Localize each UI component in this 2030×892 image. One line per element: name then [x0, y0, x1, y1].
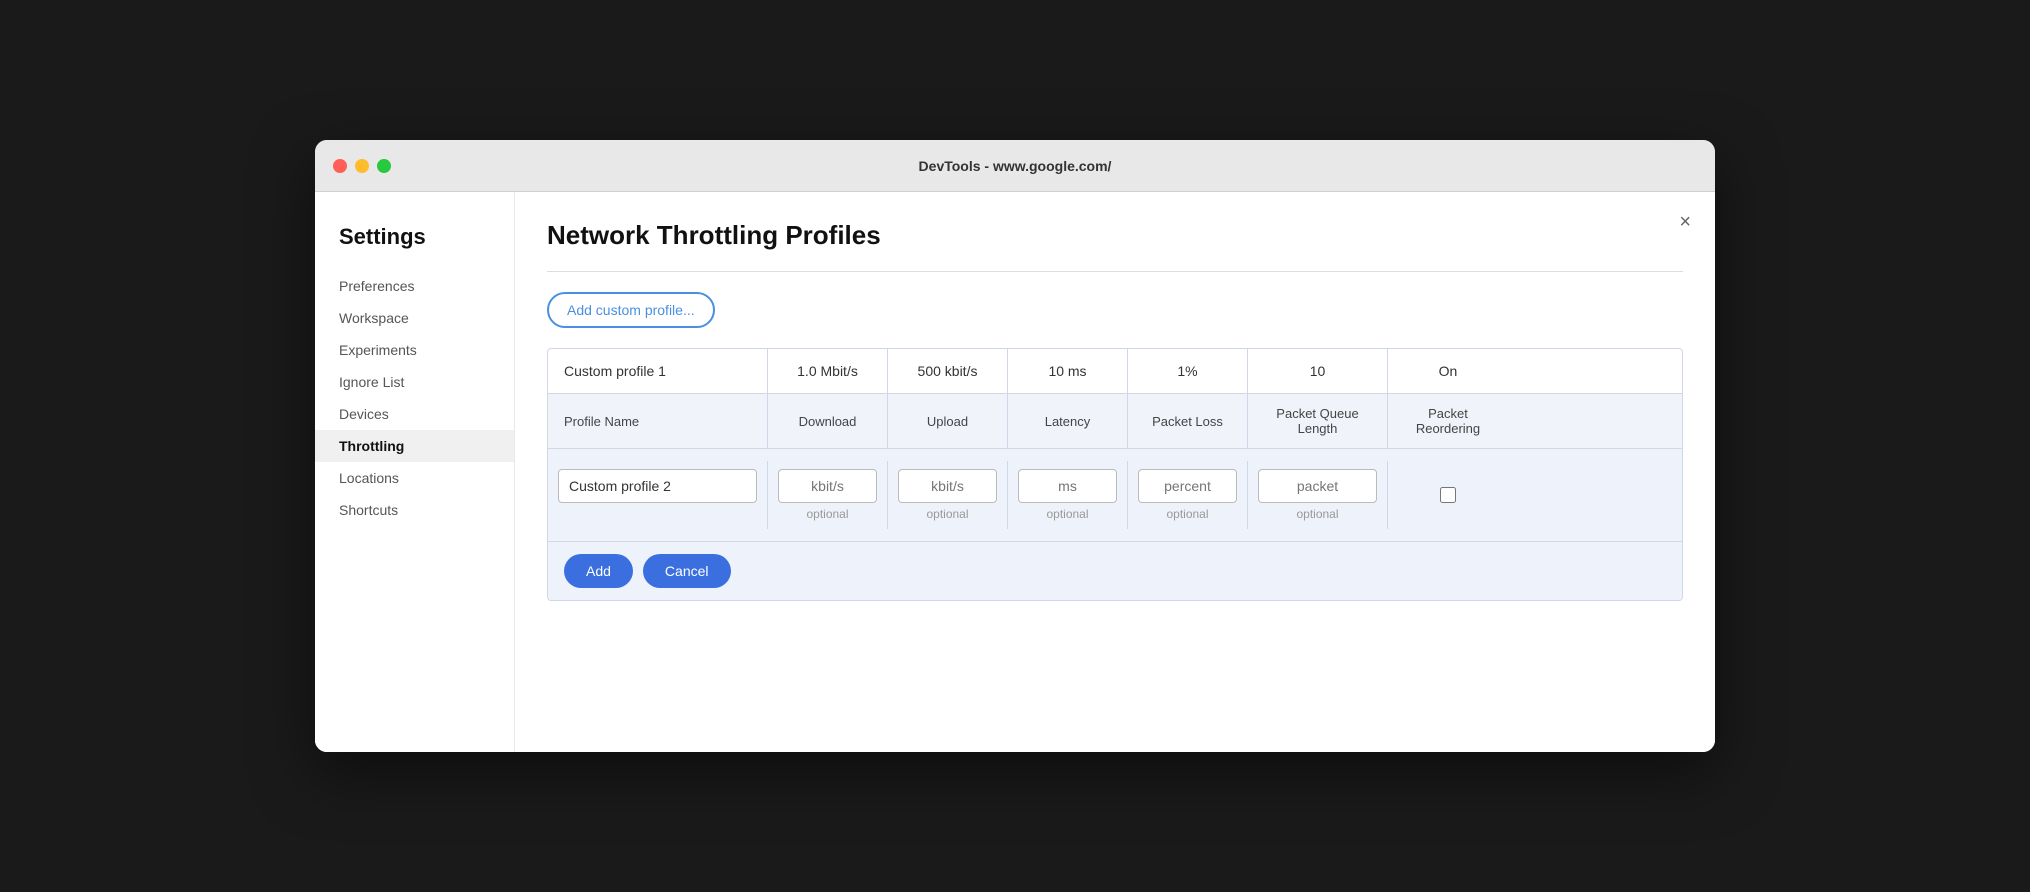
reordering-checkbox[interactable]	[1440, 487, 1456, 503]
action-buttons: Add Cancel	[548, 541, 1682, 600]
existing-profile-reordering: On	[1388, 349, 1508, 393]
header-download: Download	[768, 394, 888, 448]
sidebar-item-workspace[interactable]: Workspace	[315, 302, 514, 334]
packet-queue-input-cell: optional	[1248, 461, 1388, 529]
name-input-cell	[548, 461, 768, 529]
fullscreen-traffic-light[interactable]	[377, 159, 391, 173]
header-profile-name: Profile Name	[548, 394, 768, 448]
sidebar-title: Settings	[315, 216, 514, 270]
packet-queue-input[interactable]	[1258, 469, 1377, 503]
titlebar: DevTools - www.google.com/	[315, 140, 1715, 192]
sidebar-item-locations[interactable]: Locations	[315, 462, 514, 494]
page-title: Network Throttling Profiles	[547, 220, 1683, 251]
sidebar-item-devices[interactable]: Devices	[315, 398, 514, 430]
packet-loss-hint: optional	[1166, 507, 1208, 521]
add-custom-profile-button[interactable]: Add custom profile...	[547, 292, 715, 328]
packet-queue-hint: optional	[1296, 507, 1338, 521]
existing-profile-packet-queue: 10	[1248, 349, 1388, 393]
reordering-checkbox-cell	[1388, 461, 1508, 529]
header-reordering: Packet Reordering	[1388, 394, 1508, 448]
latency-input-cell: optional	[1008, 461, 1128, 529]
existing-profile-name: Custom profile 1	[548, 349, 768, 393]
profiles-table: Custom profile 1 1.0 Mbit/s 500 kbit/s 1…	[547, 348, 1683, 601]
main-content: × Network Throttling Profiles Add custom…	[515, 192, 1715, 752]
header-packet-queue: Packet Queue Length	[1248, 394, 1388, 448]
download-input[interactable]	[778, 469, 877, 503]
sidebar: Settings Preferences Workspace Experimen…	[315, 192, 515, 752]
traffic-lights	[333, 159, 391, 173]
new-profile-inputs-grid: optional optional optional optional	[548, 461, 1682, 529]
header-latency: Latency	[1008, 394, 1128, 448]
close-button[interactable]: ×	[1679, 212, 1691, 232]
packet-loss-input-cell: optional	[1128, 461, 1248, 529]
profile-name-input[interactable]	[558, 469, 757, 503]
sidebar-item-preferences[interactable]: Preferences	[315, 270, 514, 302]
table-header-row: Profile Name Download Upload Latency Pac…	[548, 394, 1682, 449]
download-hint: optional	[806, 507, 848, 521]
header-upload: Upload	[888, 394, 1008, 448]
latency-input[interactable]	[1018, 469, 1117, 503]
download-input-cell: optional	[768, 461, 888, 529]
upload-input-cell: optional	[888, 461, 1008, 529]
sidebar-item-shortcuts[interactable]: Shortcuts	[315, 494, 514, 526]
packet-loss-input[interactable]	[1138, 469, 1237, 503]
existing-profile-latency: 10 ms	[1008, 349, 1128, 393]
new-profile-row: optional optional optional optional	[548, 449, 1682, 541]
cancel-button[interactable]: Cancel	[643, 554, 731, 588]
existing-profile-download: 1.0 Mbit/s	[768, 349, 888, 393]
sidebar-item-ignore-list[interactable]: Ignore List	[315, 366, 514, 398]
existing-profile-upload: 500 kbit/s	[888, 349, 1008, 393]
title-divider	[547, 271, 1683, 272]
existing-profile-row: Custom profile 1 1.0 Mbit/s 500 kbit/s 1…	[548, 349, 1682, 394]
existing-profile-packet-loss: 1%	[1128, 349, 1248, 393]
minimize-traffic-light[interactable]	[355, 159, 369, 173]
header-packet-loss: Packet Loss	[1128, 394, 1248, 448]
sidebar-item-throttling[interactable]: Throttling	[315, 430, 514, 462]
sidebar-item-experiments[interactable]: Experiments	[315, 334, 514, 366]
window-title: DevTools - www.google.com/	[919, 158, 1112, 174]
upload-hint: optional	[926, 507, 968, 521]
close-traffic-light[interactable]	[333, 159, 347, 173]
window-body: Settings Preferences Workspace Experimen…	[315, 192, 1715, 752]
latency-hint: optional	[1046, 507, 1088, 521]
add-button[interactable]: Add	[564, 554, 633, 588]
devtools-window: DevTools - www.google.com/ Settings Pref…	[315, 140, 1715, 752]
upload-input[interactable]	[898, 469, 997, 503]
